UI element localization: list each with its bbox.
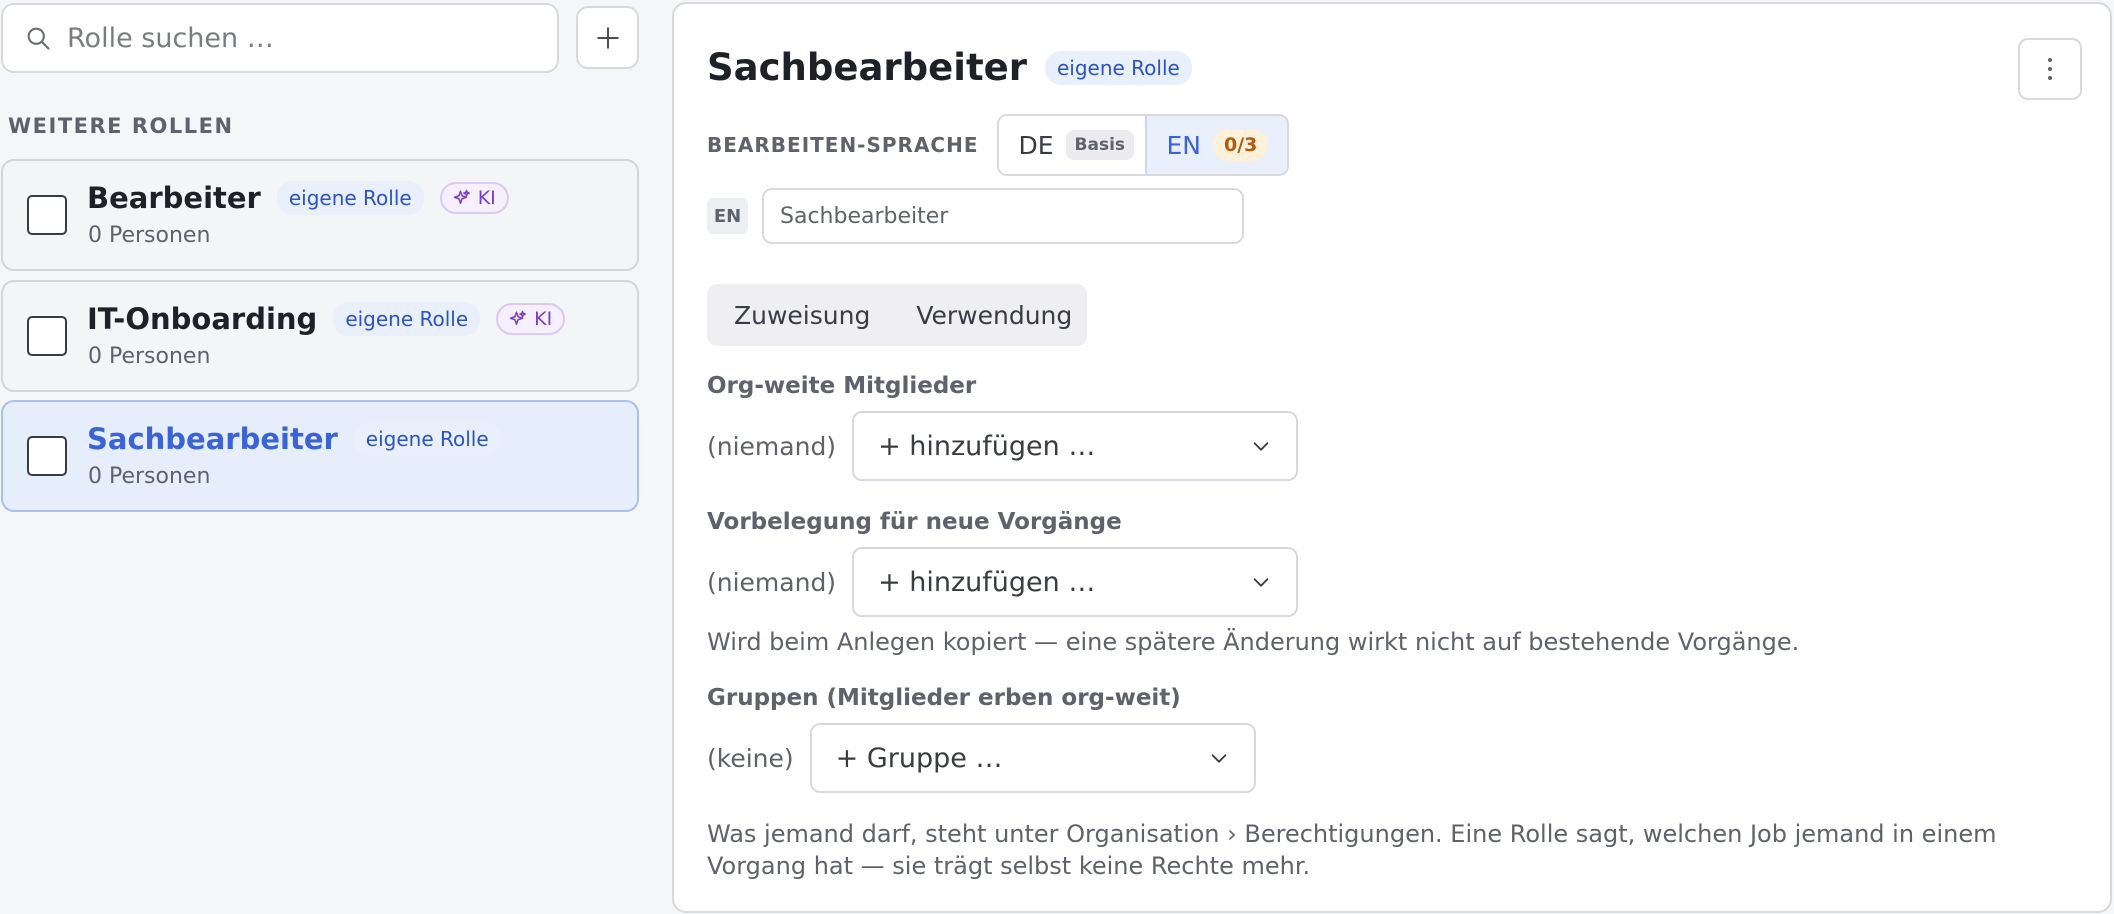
tab-zuweisung[interactable]: Zuweisung (734, 301, 870, 330)
language-code: EN (1166, 130, 1202, 160)
own-role-badge: eigene Rolle (353, 422, 501, 456)
own-role-badge: eigene Rolle (333, 302, 481, 336)
role-person-count: 0 Personen (88, 223, 211, 248)
more-vertical-icon (2046, 56, 2054, 82)
org-members-empty: (niemand) (707, 431, 837, 461)
role-checkbox[interactable] (27, 436, 67, 476)
defaults-label: Vorbelegung für neue Vorgänge (707, 509, 1122, 535)
language-option-en[interactable]: EN 0/3 (1144, 116, 1287, 174)
permissions-note: Was jemand darf, steht unter Organisatio… (707, 820, 1997, 880)
role-detail-panel: Sachbearbeiter eigene Rolle BEARBEITEN-S… (672, 2, 2112, 913)
tab-verwendung[interactable]: Verwendung (916, 301, 1072, 330)
sparkles-icon (453, 189, 471, 207)
add-role-button[interactable] (576, 6, 639, 69)
select-value: + hinzufügen … (878, 566, 1096, 598)
language-switch: DE Basis EN 0/3 (996, 114, 1289, 176)
ki-badge: KI (439, 182, 509, 214)
groups-select[interactable]: + Gruppe … (809, 723, 1256, 793)
role-sidebar: WEITERE ROLLEN Bearbeiter eigene Rolle K… (0, 0, 640, 914)
role-name: Sachbearbeiter (87, 422, 338, 456)
org-members-label: Org-weite Mitglieder (707, 373, 977, 399)
chevron-down-icon (1250, 571, 1272, 593)
language-option-de[interactable]: DE Basis (998, 116, 1145, 174)
tab-bar: Zuweisung Verwendung (707, 284, 1087, 346)
defaults-select[interactable]: + hinzufügen … (852, 547, 1299, 617)
ki-badge-label: KI (477, 187, 496, 209)
select-value: + Gruppe … (835, 742, 1003, 774)
sparkles-icon (509, 310, 527, 328)
plus-icon (595, 25, 621, 51)
role-card-bearbeiter[interactable]: Bearbeiter eigene Rolle KI 0 Personen (1, 159, 639, 271)
role-name: Bearbeiter (87, 181, 261, 215)
groups-label: Gruppen (Mitglieder erben org-weit) (707, 685, 1181, 711)
more-options-button[interactable] (2018, 38, 2082, 100)
own-role-badge: eigene Rolle (1044, 50, 1192, 85)
translation-progress-tag: 0/3 (1213, 129, 1269, 161)
ki-badge-label: KI (534, 308, 553, 330)
ki-badge: KI (496, 303, 566, 335)
role-card-sachbearbeiter[interactable]: Sachbearbeiter eigene Rolle 0 Personen (1, 400, 639, 512)
own-role-badge: eigene Rolle (276, 181, 424, 215)
section-label: WEITERE ROLLEN (8, 114, 234, 138)
chevron-down-icon (1208, 747, 1230, 769)
role-card-it-onboarding[interactable]: IT-Onboarding eigene Rolle KI 0 Personen (1, 280, 639, 392)
role-person-count: 0 Personen (88, 464, 211, 489)
field-language-chip: EN (707, 198, 748, 234)
groups-empty: (keine) (707, 743, 794, 773)
language-code: DE (1018, 130, 1054, 160)
language-label: BEARBEITEN-SPRACHE (707, 133, 979, 157)
base-language-tag: Basis (1065, 130, 1135, 160)
defaults-empty: (niemand) (707, 567, 837, 597)
role-name-input[interactable] (762, 188, 1244, 244)
role-checkbox[interactable] (27, 195, 67, 235)
role-person-count: 0 Personen (88, 344, 211, 369)
role-checkbox[interactable] (27, 316, 67, 356)
page-title: Sachbearbeiter (707, 46, 1027, 89)
defaults-hint: Wird beim Anlegen kopiert — eine spätere… (707, 628, 1800, 656)
select-value: + hinzufügen … (878, 430, 1096, 462)
search-icon (23, 23, 53, 53)
chevron-down-icon (1250, 435, 1272, 457)
search-input[interactable] (67, 22, 557, 54)
org-members-select[interactable]: + hinzufügen … (852, 411, 1299, 481)
search-box[interactable] (1, 3, 559, 73)
role-name: IT-Onboarding (87, 302, 318, 336)
